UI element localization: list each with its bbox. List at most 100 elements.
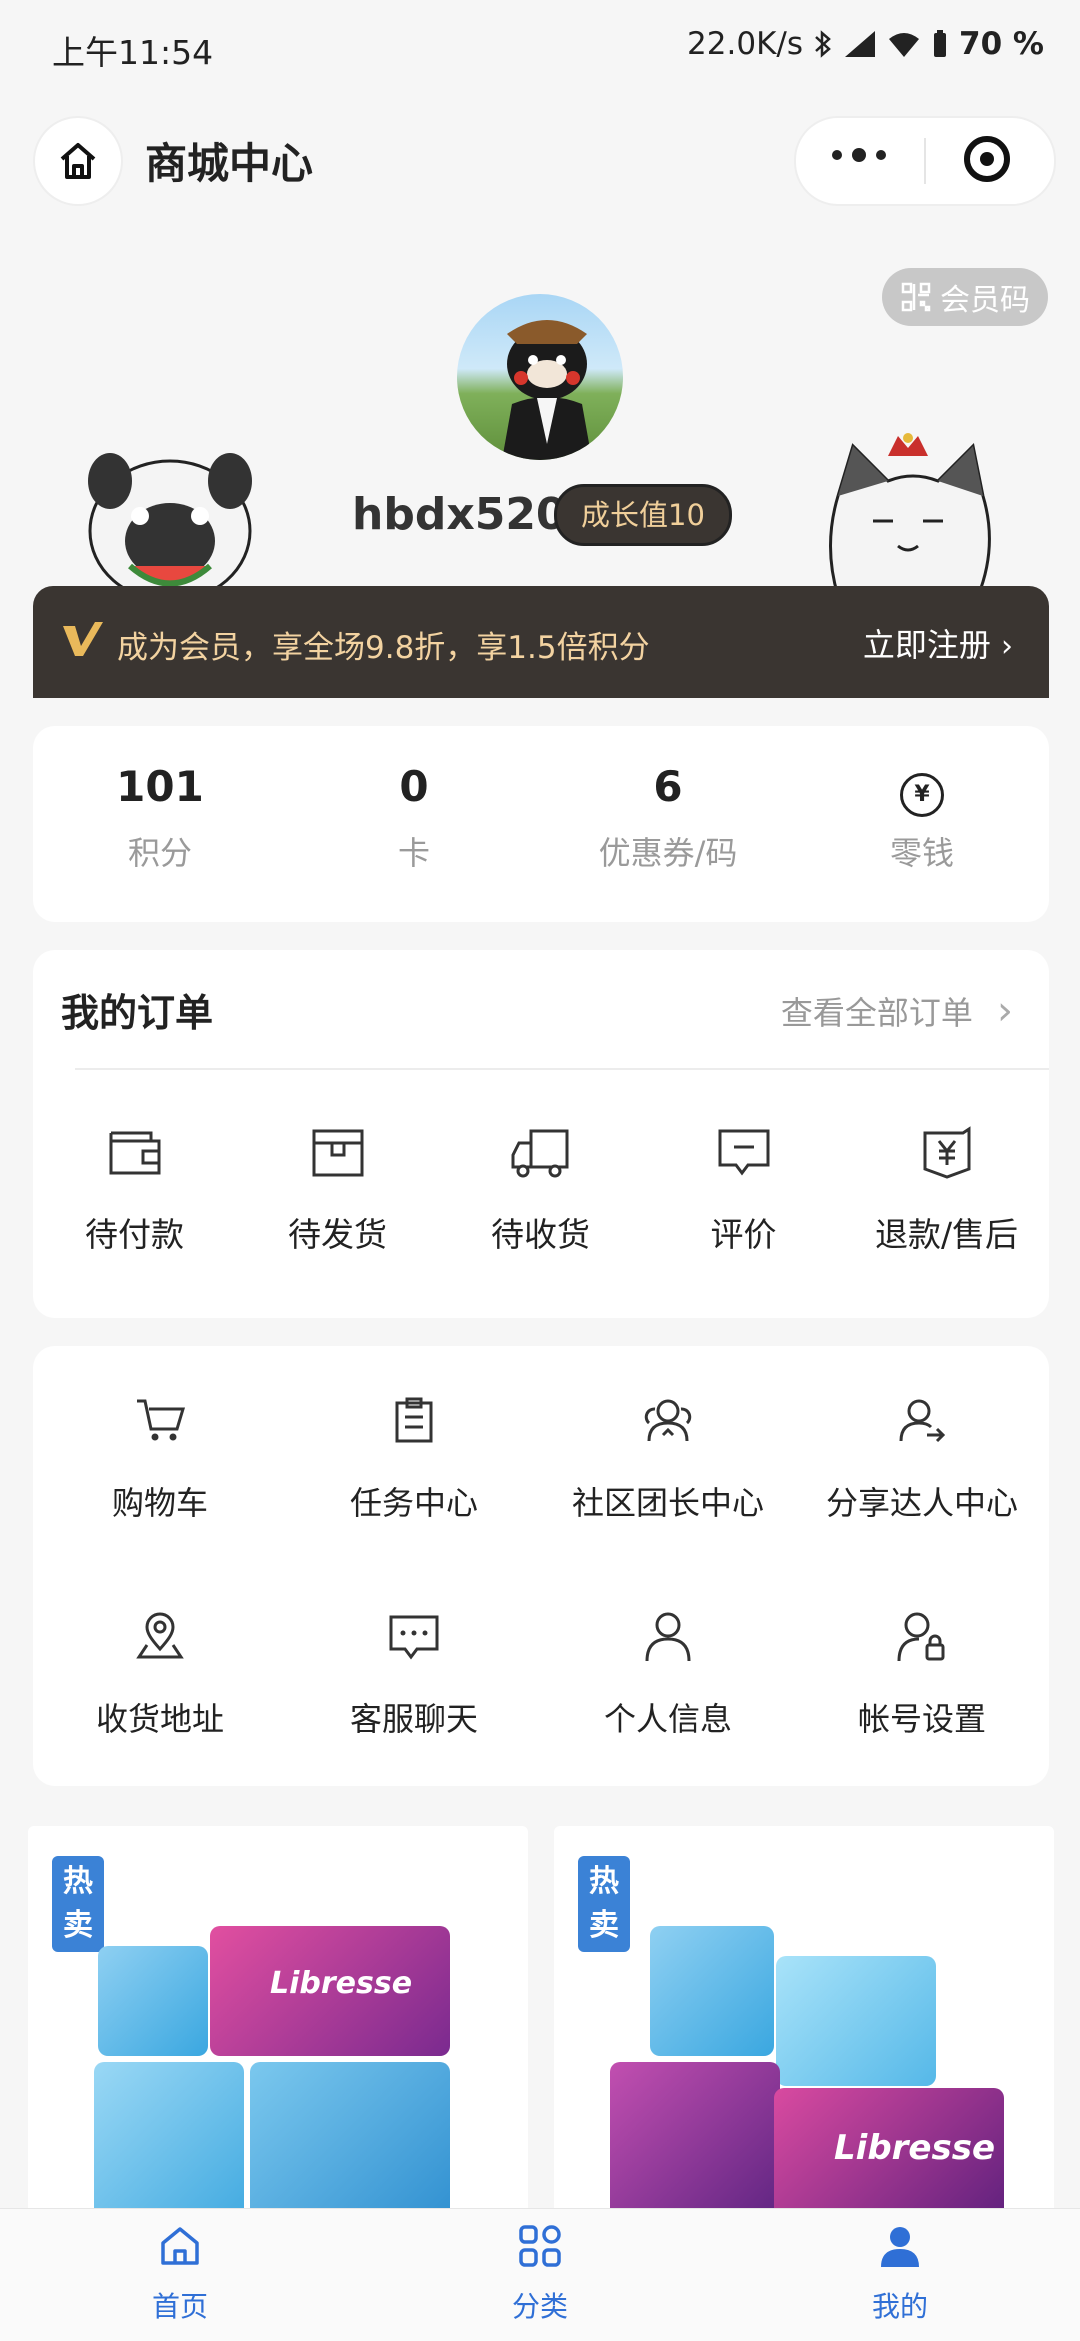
orders-card: 我的订单 查看全部订单 › 待付款 待发货 待收货 评价 退款/售后	[33, 950, 1049, 1318]
card-stat[interactable]: 0 卡	[287, 726, 541, 922]
bluetooth-icon	[815, 30, 831, 58]
status-right: 22.0K/s 70 %	[687, 26, 1044, 62]
status-time: 上午11:54	[52, 33, 214, 72]
growth-value-badge[interactable]: 成长值10	[554, 484, 732, 546]
location-icon	[136, 1612, 184, 1659]
card-value: 0	[399, 762, 429, 811]
points-stat[interactable]: 101 积分	[33, 726, 287, 922]
tab-mine[interactable]: 我的	[800, 2221, 1000, 2325]
product-card[interactable]: 热卖 Libresse	[554, 1826, 1054, 2226]
order-pending-shipment-label: 待发货	[288, 1215, 387, 1254]
menu-community-leader[interactable]: 社区团长中心	[541, 1390, 795, 1524]
menu-community-leader-label: 社区团长中心	[571, 1484, 764, 1522]
signal-icon	[845, 31, 875, 57]
tab-home-label: 首页	[151, 2290, 208, 2323]
close-miniprogram-button[interactable]	[964, 136, 1010, 182]
order-review-label: 评价	[710, 1215, 777, 1254]
coupon-label: 优惠券/码	[598, 834, 738, 872]
username: hbdx520	[352, 489, 567, 540]
user-icon	[645, 1612, 691, 1662]
product-image	[776, 1956, 936, 2086]
view-all-orders-link[interactable]: 查看全部订单 ›	[781, 988, 1013, 1034]
menu-account-settings[interactable]: 帐号设置	[795, 1606, 1049, 1740]
nav-bar: 商城中心	[0, 96, 1080, 226]
order-pending-shipment[interactable]: 待发货	[236, 1120, 439, 1256]
chevron-right-icon: ›	[1001, 629, 1013, 664]
order-pending-payment[interactable]: 待付款	[33, 1120, 236, 1256]
member-code-label: 会员码	[940, 283, 1030, 318]
menu-cart[interactable]: 购物车	[33, 1390, 287, 1524]
tab-category[interactable]: 分类	[440, 2221, 640, 2325]
hot-badge: 热卖	[52, 1856, 104, 1952]
menu-address[interactable]: 收货地址	[33, 1606, 287, 1740]
miniprogram-capsule	[794, 116, 1056, 206]
menu-customer-service[interactable]: 客服聊天	[287, 1606, 541, 1740]
menu-share-expert[interactable]: 分享达人中心	[795, 1390, 1049, 1524]
order-review[interactable]: 评价	[642, 1120, 845, 1256]
home-icon	[161, 2227, 199, 2265]
hot-badge: 热卖	[578, 1856, 630, 1952]
vip-logo-icon	[63, 622, 103, 656]
tab-home[interactable]: 首页	[80, 2221, 280, 2325]
cart-icon	[137, 1399, 186, 1441]
order-pending-payment-label: 待付款	[85, 1215, 184, 1254]
product-card[interactable]: 热卖 Libresse	[28, 1826, 528, 2226]
change-stat[interactable]: ¥ 零钱	[795, 726, 1049, 922]
menu-customer-service-label: 客服聊天	[349, 1700, 478, 1738]
menu-task-center-label: 任务中心	[349, 1484, 478, 1522]
share-person-icon	[899, 1399, 946, 1443]
order-pending-receipt-label: 待收货	[491, 1215, 590, 1254]
product-image: Libresse	[210, 1926, 450, 2056]
orders-heading: 我的订单	[61, 991, 214, 1035]
points-value: 101	[116, 762, 204, 811]
product-image	[98, 1946, 208, 2056]
product-image	[250, 2062, 450, 2226]
register-label: 立即注册	[862, 626, 991, 664]
view-all-orders-label: 查看全部订单	[780, 994, 973, 1032]
box-icon	[312, 1129, 363, 1177]
services-card: 购物车 任务中心 社区团长中心 分享达人中心 收货地址 客服聊天 个人信息 帐号…	[33, 1346, 1049, 1786]
points-label: 积分	[127, 834, 192, 872]
order-refund-label: 退款/售后	[874, 1215, 1019, 1254]
wifi-icon	[889, 33, 919, 57]
home-button[interactable]	[33, 116, 123, 206]
network-speed: 22.0K/s	[687, 26, 803, 62]
refund-icon	[923, 1126, 970, 1179]
community-leader-icon	[644, 1399, 692, 1442]
wallet-icon	[109, 1131, 160, 1175]
yen-icon: ¥	[795, 762, 1049, 817]
barcode-icon	[901, 282, 931, 312]
menu-personal-info[interactable]: 个人信息	[541, 1606, 795, 1740]
page-title: 商城中心	[145, 139, 314, 188]
register-link[interactable]: 立即注册 ›	[863, 620, 1013, 666]
menu-account-settings-label: 帐号设置	[857, 1700, 986, 1738]
brand-label: Libresse	[270, 1966, 413, 2001]
truck-icon	[511, 1129, 568, 1178]
orders-divider	[75, 1068, 1049, 1070]
bottom-tab-bar: 首页 分类 我的	[0, 2208, 1080, 2341]
chat-icon	[389, 1615, 439, 1660]
order-pending-receipt[interactable]: 待收货	[439, 1120, 642, 1256]
tab-mine-label: 我的	[871, 2290, 928, 2323]
capsule-divider	[924, 138, 926, 184]
home-icon	[60, 143, 96, 179]
grid-icon	[519, 2225, 561, 2267]
coupon-stat[interactable]: 6 优惠券/码	[541, 726, 795, 922]
avatar[interactable]	[457, 294, 623, 460]
clipboard-icon	[395, 1397, 433, 1443]
more-button[interactable]	[832, 148, 886, 162]
product-image	[94, 2062, 244, 2226]
menu-address-label: 收货地址	[95, 1700, 224, 1738]
vip-banner[interactable]: 成为会员，享全场9.8折，享1.5倍积分 立即注册 ›	[33, 586, 1049, 698]
menu-task-center[interactable]: 任务中心	[287, 1390, 541, 1524]
menu-cart-label: 购物车	[111, 1484, 208, 1522]
profile-header: 会员码 hbdx520 成长值10 成为会员，享全场9.8折，享1.5倍积分 立…	[0, 226, 1080, 698]
brand-label: Libresse	[834, 2128, 996, 2168]
assets-card: 101 积分 0 卡 6 优惠券/码 ¥ 零钱	[33, 726, 1049, 922]
product-image: Libresse	[774, 2088, 1004, 2226]
menu-personal-info-label: 个人信息	[603, 1700, 732, 1738]
member-code-button[interactable]: 会员码	[882, 268, 1048, 326]
order-refund[interactable]: 退款/售后	[845, 1120, 1048, 1256]
comment-icon	[718, 1129, 769, 1176]
tab-category-label: 分类	[511, 2290, 568, 2323]
